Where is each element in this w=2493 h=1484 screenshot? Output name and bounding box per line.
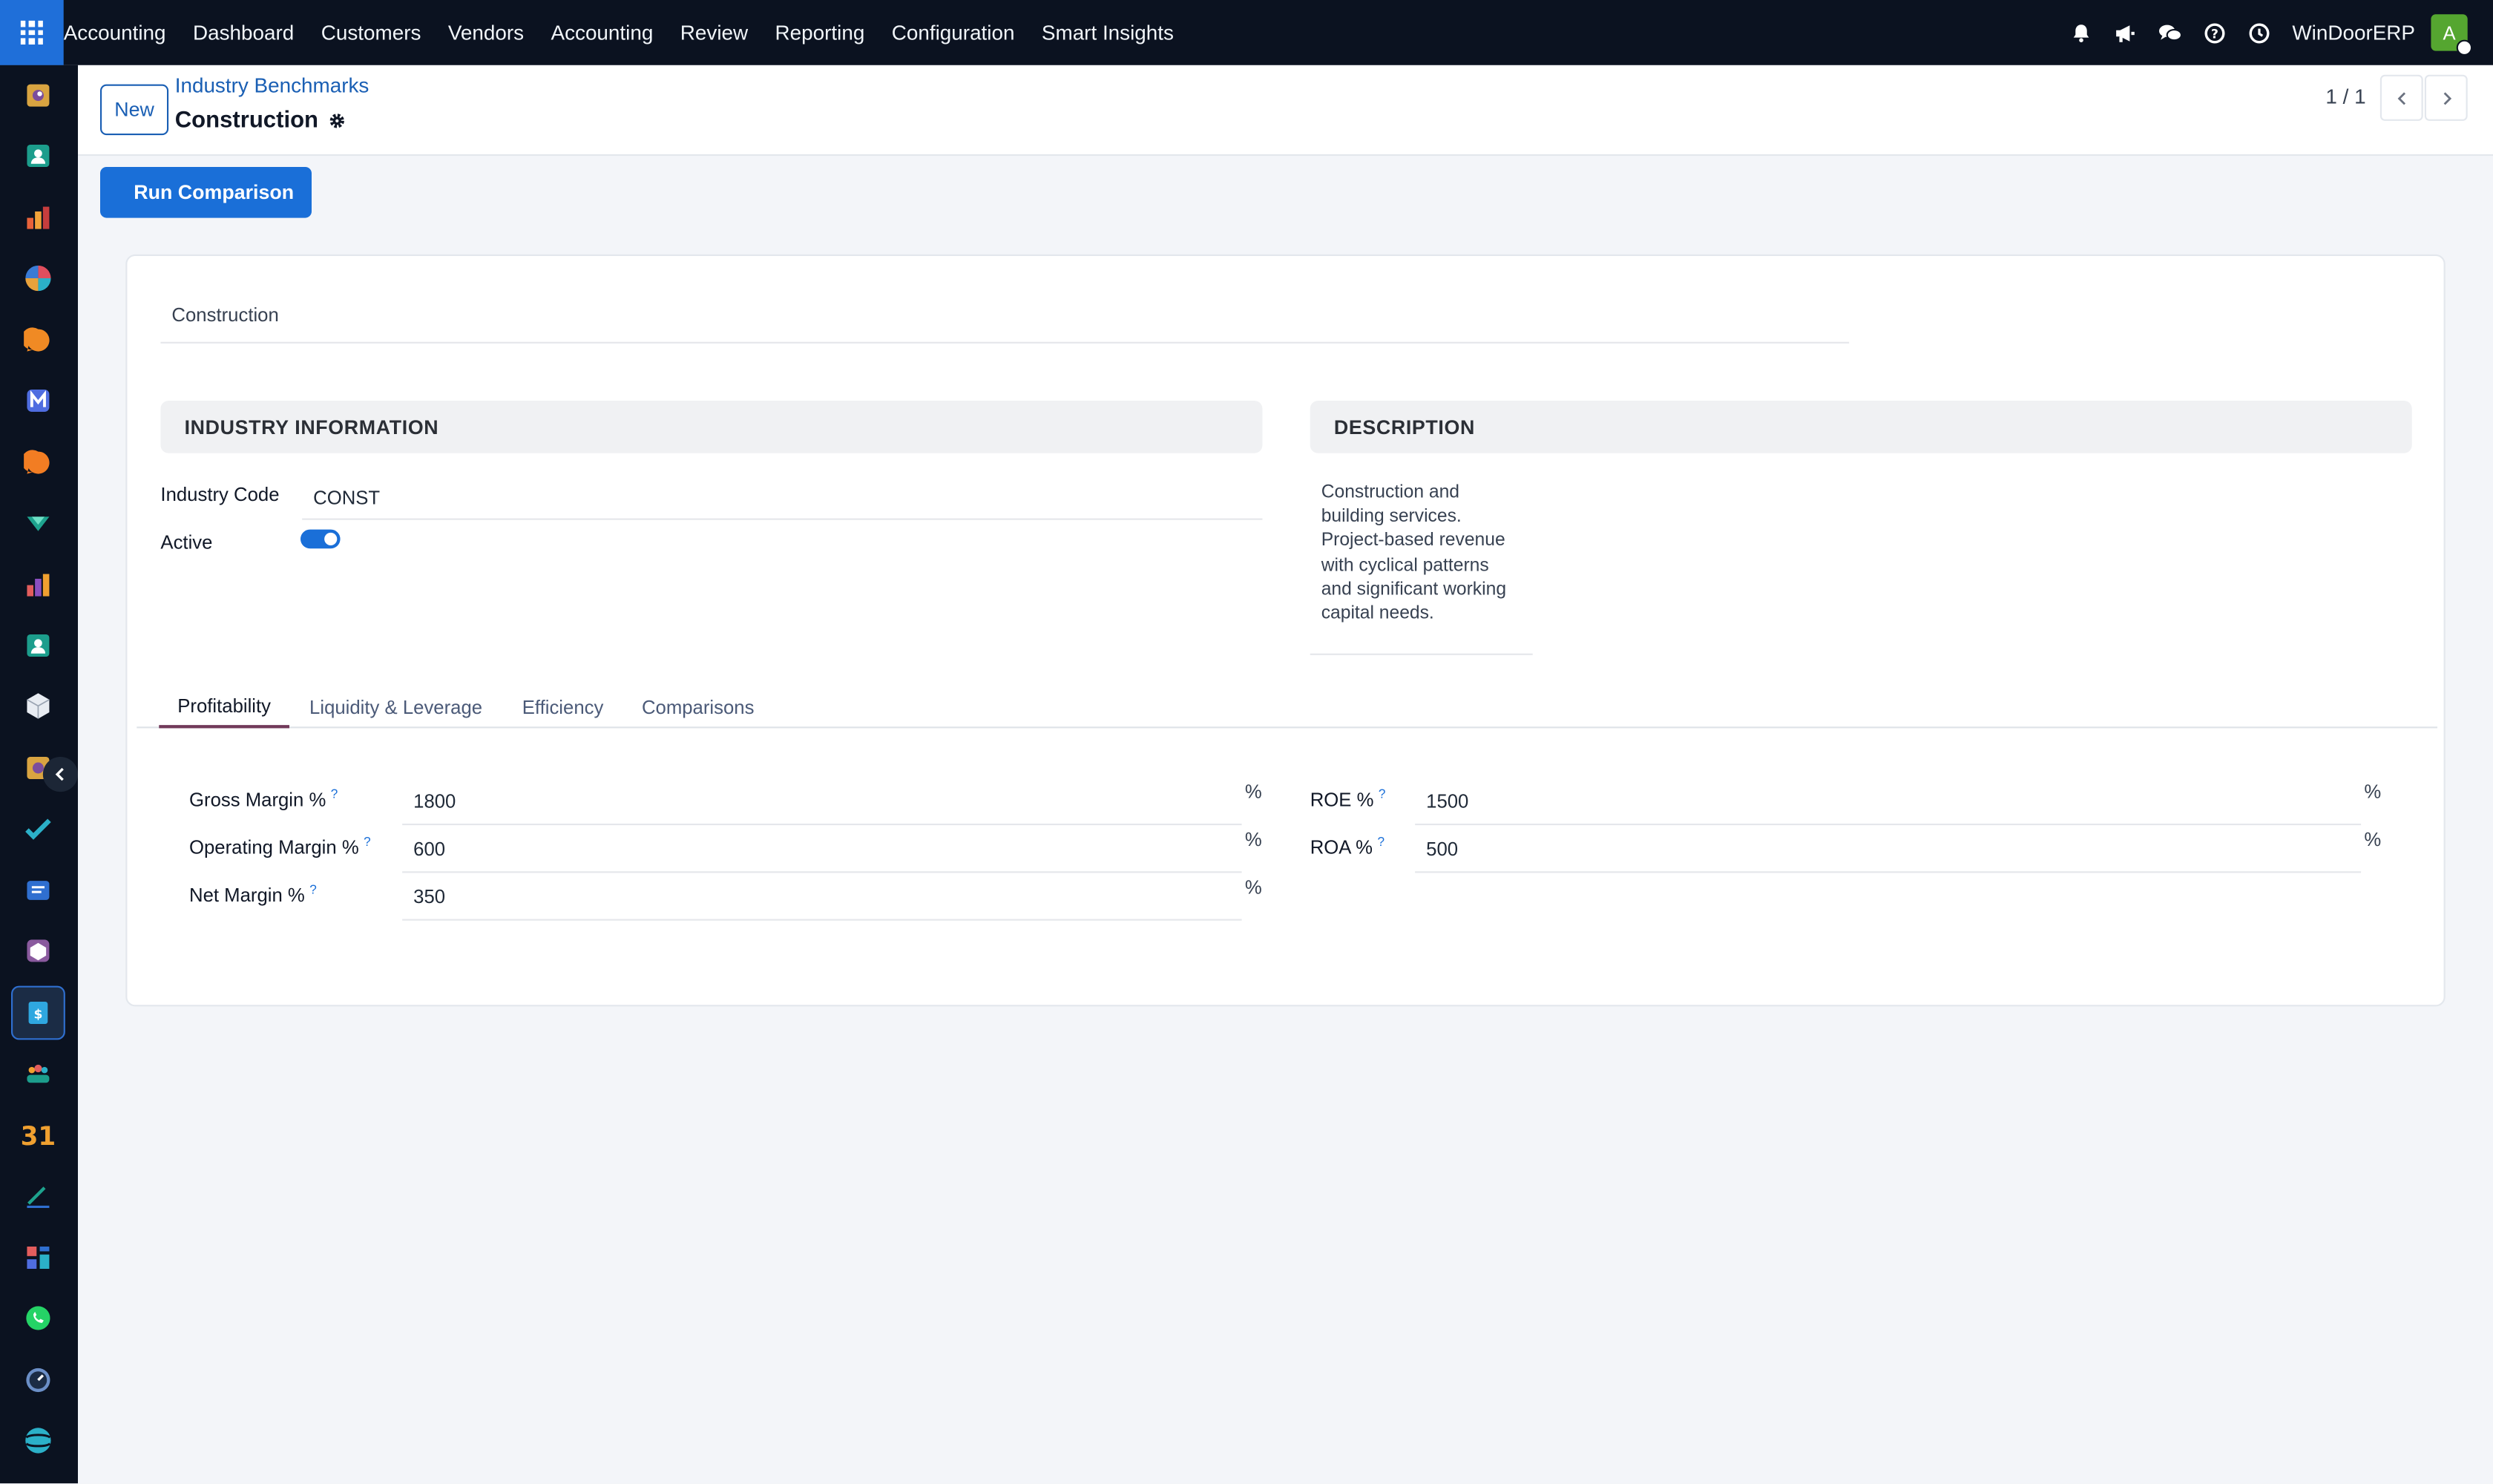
name-field[interactable]: Construction [160, 301, 1850, 344]
company-name[interactable]: WinDoorERP [2292, 21, 2415, 45]
menu-reporting[interactable]: Reporting [761, 0, 878, 65]
net-margin-unit: % [1244, 876, 1262, 899]
tab-liquidity-leverage[interactable]: Liquidity & Leverage [299, 686, 493, 729]
app-grid-icon [20, 21, 43, 45]
sign-icon[interactable] [11, 1169, 65, 1223]
avatar-letter: A [2443, 21, 2456, 44]
menu-configuration[interactable]: Configuration [878, 0, 1028, 65]
industry-information-header: INDUSTRY INFORMATION [160, 401, 1263, 453]
run-comparison-button[interactable]: Run Comparison [100, 167, 312, 218]
description-header: DESCRIPTION [1310, 401, 2412, 453]
operating-margin-unit: % [1244, 828, 1262, 851]
gross-margin-field[interactable]: 1800 [402, 790, 1242, 826]
clock-icon[interactable] [2244, 19, 2273, 47]
help-tooltip-icon[interactable]: ? [331, 787, 338, 801]
tab-profitability[interactable]: Profitability [159, 686, 289, 729]
whatsapp-icon[interactable] [11, 1291, 65, 1345]
help-tooltip-icon[interactable]: ? [364, 835, 371, 849]
contacts-icon[interactable] [11, 129, 65, 183]
roa-label: ROA %? [1310, 835, 1385, 859]
presence-indicator [2456, 39, 2473, 56]
menu-customers[interactable]: Customers [308, 0, 435, 65]
discuss-icon[interactable] [11, 436, 65, 490]
app-root: Accounting Dashboard Customers Vendors A… [0, 0, 2493, 1484]
help-tooltip-icon[interactable]: ? [1379, 787, 1386, 801]
main-menu: Accounting Dashboard Customers Vendors A… [64, 0, 1187, 65]
menu-brand[interactable]: Accounting [64, 0, 180, 65]
bar-chart-icon[interactable] [11, 191, 65, 245]
menu-accounting[interactable]: Accounting [537, 0, 666, 65]
dashboards-icon[interactable] [11, 1231, 65, 1285]
employees-icon[interactable] [11, 619, 65, 673]
apps-menu-button[interactable] [0, 0, 64, 65]
record-title: Construction [175, 108, 347, 134]
pager-next-button[interactable] [2424, 74, 2468, 121]
chevron-left-icon [2397, 91, 2405, 105]
chat-bubbles-icon[interactable] [2155, 19, 2184, 47]
roe-label: ROE %? [1310, 787, 1386, 811]
form-sheet: Construction INDUSTRY INFORMATION DESCRI… [125, 254, 2446, 1007]
megaphone-icon[interactable] [2111, 19, 2140, 47]
operating-margin-field[interactable]: 600 [402, 838, 1242, 873]
svg-text:31: 31 [21, 1122, 56, 1149]
website-icon[interactable] [11, 1414, 65, 1468]
bell-icon[interactable] [2066, 19, 2095, 47]
analytics-icon[interactable] [11, 558, 65, 612]
control-panel: New Industry Benchmarks Construction 1 /… [78, 65, 2493, 156]
roa-unit: % [2364, 828, 2382, 851]
roa-field[interactable]: 500 [1415, 838, 2362, 873]
sidebar-collapse-button[interactable] [42, 756, 78, 792]
menu-dashboard[interactable]: Dashboard [180, 0, 308, 65]
team-icon[interactable] [11, 1046, 65, 1100]
chevron-right-icon [2443, 91, 2451, 105]
new-button[interactable]: New [100, 84, 169, 136]
app-sidebar: $ 31 [0, 65, 78, 1484]
operating-margin-label: Operating Margin %? [188, 835, 371, 859]
net-margin-label: Net Margin %? [188, 882, 317, 907]
breadcrumb-link[interactable]: Industry Benchmarks [175, 73, 369, 97]
menu-review[interactable]: Review [667, 0, 762, 65]
invoicing-icon[interactable]: $ [11, 985, 65, 1040]
help-tooltip-icon[interactable]: ? [309, 882, 317, 896]
gross-margin-unit: % [1244, 781, 1262, 804]
active-label: Active [160, 531, 213, 554]
chat-icon[interactable] [11, 313, 65, 367]
active-toggle[interactable] [300, 529, 341, 549]
knowledge-icon[interactable] [11, 864, 65, 918]
systray: ? WinDoorERP A [2066, 0, 2473, 65]
calendar-icon[interactable]: 31 [11, 1109, 65, 1163]
record-title-text: Construction [174, 108, 319, 134]
description-field[interactable]: Construction and building services. Proj… [1310, 480, 1533, 655]
svg-text:$: $ [33, 1008, 42, 1022]
user-avatar[interactable]: A [2431, 14, 2473, 56]
roe-unit: % [2364, 781, 2382, 804]
inventory-icon[interactable] [11, 496, 65, 551]
help-tooltip-icon[interactable]: ? [1377, 835, 1385, 849]
industry-code-label: Industry Code [160, 483, 280, 506]
todo-icon[interactable] [11, 801, 65, 856]
tab-efficiency[interactable]: Efficiency [512, 686, 614, 729]
chevron-left-icon [55, 767, 64, 781]
gross-margin-label: Gross Margin %? [188, 787, 338, 811]
gear-icon[interactable] [328, 111, 347, 131]
industry-code-field[interactable]: CONST [302, 487, 1263, 520]
svg-text:?: ? [2210, 26, 2218, 41]
help-icon[interactable]: ? [2200, 19, 2229, 47]
top-navbar: Accounting Dashboard Customers Vendors A… [0, 0, 2493, 65]
menu-vendors[interactable]: Vendors [435, 0, 538, 65]
time-icon[interactable] [11, 1353, 65, 1408]
net-margin-field[interactable]: 350 [402, 886, 1242, 921]
reports-icon[interactable] [11, 68, 65, 122]
menu-smart-insights[interactable]: Smart Insights [1028, 0, 1187, 65]
pager-previous-button[interactable] [2379, 74, 2423, 121]
pie-chart-icon[interactable] [11, 252, 65, 306]
roe-field[interactable]: 1500 [1415, 790, 2362, 826]
package-icon[interactable] [11, 679, 65, 733]
product-icon[interactable] [11, 924, 65, 978]
notebook-tabs: Profitability Liquidity & Leverage Effic… [137, 686, 2438, 729]
tab-comparisons[interactable]: Comparisons [633, 686, 763, 729]
mail-icon[interactable] [11, 374, 65, 428]
pager-value[interactable]: 1 / 1 [2325, 85, 2365, 108]
